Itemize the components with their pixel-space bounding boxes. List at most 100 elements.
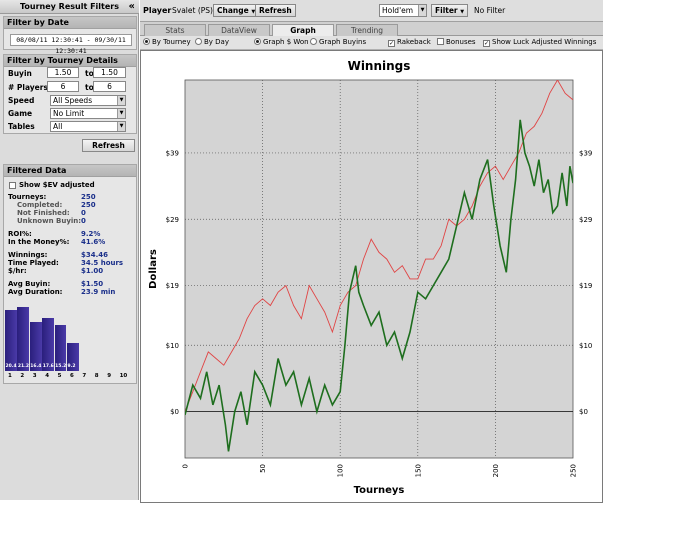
histogram-bar-label: 21.2 (17, 364, 29, 369)
graph-won-option[interactable]: Graph $ Won (254, 38, 309, 46)
graph-panel: 0 50 100 150 200 250 $0 $0 $10 $10 $19 $19 $29 $29 $39… (140, 50, 603, 503)
y-tick-label-left: $19 (166, 282, 179, 290)
y-tick-label-right: $10 (579, 342, 592, 350)
histogram-x-label: 1 (8, 373, 12, 379)
x-tick-label: 200 (492, 464, 500, 477)
histogram-bar-label: 20.4 (5, 364, 17, 369)
histogram-bar (5, 309, 17, 371)
speed-select[interactable]: All Speeds ▼ (50, 95, 126, 106)
game-select[interactable]: No Limit ▼ (50, 108, 126, 119)
stat-label: Unknown Buyin: (17, 217, 82, 225)
stat-label: Tourneys: (8, 193, 47, 201)
stat-value: 0 (81, 209, 86, 217)
chevron-down-icon[interactable]: ▼ (117, 109, 125, 118)
x-tick-label: 250 (570, 464, 578, 477)
radio-icon (310, 38, 317, 45)
histogram-x-label: 5 (57, 373, 62, 379)
stat-value: 41.6% (81, 238, 106, 246)
y-tick-label-left: $29 (166, 216, 179, 224)
histogram-x-label: 8 (94, 373, 99, 379)
toolbar-refresh-button[interactable]: Refresh (255, 4, 296, 17)
stat-value: 34.5 hours (81, 259, 124, 267)
stat-value: 250 (81, 193, 96, 201)
histogram-x-label: 9 (107, 373, 112, 379)
panel-title-text: Tourney Result Filters (20, 2, 119, 11)
graph-buyins-option[interactable]: Graph Buyins (310, 38, 366, 46)
tab-dataview[interactable]: DataView (208, 24, 270, 36)
stat-label: Time Played: (8, 259, 59, 267)
by-tourney-label: By Tourney (152, 38, 191, 46)
filtered-data-box: Filtered Data Show $EV adjusted Tourneys… (3, 164, 137, 384)
histogram-bar-label: 9.2 (67, 364, 76, 369)
bonuses-option[interactable]: Bonuses (437, 38, 476, 46)
speed-select-value: All Speeds (53, 96, 93, 105)
chevron-down-icon[interactable]: ▼ (418, 5, 426, 16)
by-tourney-option[interactable]: By Tourney (143, 38, 191, 46)
histogram-bar (17, 307, 30, 371)
y-tick-label-left: $0 (170, 408, 179, 416)
histogram-x-label: 6 (70, 373, 74, 379)
filter-by-details-title: Filter by Tourney Details (4, 55, 136, 67)
collapse-icon[interactable]: « (129, 0, 135, 13)
filter-button[interactable]: Filter ▼ (431, 4, 469, 17)
x-tick-label: 50 (259, 464, 267, 473)
show-sev-checkbox[interactable] (9, 182, 16, 189)
y-tick-label-right: $0 (579, 408, 588, 416)
stat-value: 250 (81, 201, 96, 209)
chevron-down-icon: ▼ (460, 9, 465, 15)
show-luck-option[interactable]: ✓ Show Luck Adjusted Winnings (483, 38, 596, 47)
histogram-x-label: 2 (20, 373, 25, 379)
filter-by-date-box: Filter by Date 08/08/11 12:30:41 - 09/30… (3, 16, 137, 55)
x-tick-label: 150 (414, 464, 422, 477)
x-axis-title: Tourneys (354, 485, 405, 496)
histogram-bar-label: 16.4 (30, 364, 42, 369)
filtered-data-title: Filtered Data (4, 165, 136, 177)
filter-by-details-box: Filter by Tourney Details Buyin 1.50 to … (3, 54, 137, 134)
stat-label: Not Finished: (17, 209, 70, 217)
game-type-select[interactable]: Hold'em ▼ (379, 4, 427, 17)
players-from-input[interactable]: 6 (47, 81, 79, 92)
tables-select[interactable]: All ▼ (50, 121, 126, 132)
filter-label: Filter (435, 6, 458, 15)
refresh-button[interactable]: Refresh (82, 139, 135, 152)
stat-value: $1.00 (81, 267, 104, 275)
histogram-bar-label: 17.6 (42, 364, 54, 369)
stat-value: $34.46 (81, 251, 109, 259)
y-tick-label-left: $39 (166, 149, 179, 157)
rakeback-label: Rakeback (397, 38, 431, 46)
game-type-value: Hold'em (382, 6, 414, 15)
stat-label: $/hr: (8, 267, 27, 275)
tab-stats[interactable]: Stats (144, 24, 206, 36)
checkbox-icon (437, 38, 444, 45)
winnings-chart: 0 50 100 150 200 250 $0 $0 $10 $10 $19 $19 $29 $29 $39… (148, 59, 592, 496)
speed-label: Speed (8, 96, 35, 105)
filter-status: No Filter (474, 6, 506, 15)
checkbox-checked-icon: ✓ (483, 40, 490, 47)
buyin-to-input[interactable]: 1.50 (93, 67, 126, 78)
y-tick-label-right: $29 (579, 216, 592, 224)
by-day-option[interactable]: By Day (195, 38, 229, 46)
chevron-down-icon[interactable]: ▼ (117, 122, 125, 131)
stat-label: Winnings: (8, 251, 48, 259)
stat-label: Completed: (17, 201, 63, 209)
tab-trending[interactable]: Trending (336, 24, 398, 36)
radio-selected-icon (143, 38, 150, 45)
players-to-input[interactable]: 6 (93, 81, 126, 92)
y-tick-label-left: $10 (166, 342, 179, 350)
y-tick-label-right: $19 (579, 282, 592, 290)
stat-label: In the Money%: (8, 238, 70, 246)
change-player-button[interactable]: Change ▼ (213, 4, 260, 17)
chart-title: Winnings (348, 59, 411, 73)
buyin-from-input[interactable]: 1.50 (47, 67, 79, 78)
radio-selected-icon (254, 38, 261, 45)
date-range-field[interactable]: 08/08/11 12:30:41 - 09/30/11 12:30:41 (10, 34, 132, 55)
tables-label: Tables (8, 122, 35, 131)
x-tick-label: 100 (337, 464, 345, 477)
player-label: Player (143, 6, 172, 15)
game-select-value: No Limit (53, 109, 85, 118)
stat-label: Avg Buyin: (8, 280, 51, 288)
rakeback-option[interactable]: ✓ Rakeback (388, 38, 431, 47)
chevron-down-icon[interactable]: ▼ (117, 96, 125, 105)
histogram-bar-label: 15.2 (55, 364, 67, 369)
tables-select-value: All (53, 122, 63, 131)
